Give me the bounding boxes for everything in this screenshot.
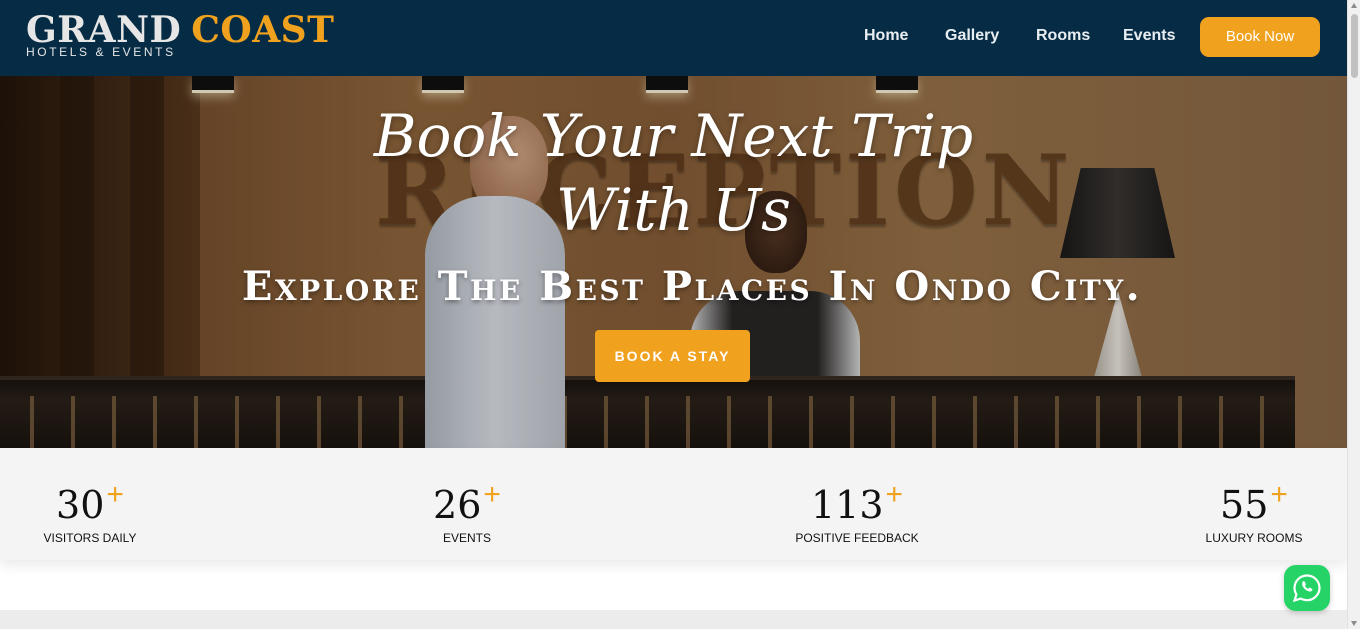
scroll-down-icon[interactable] bbox=[1351, 621, 1357, 626]
hero-subtitle: Explore The Best Places In Ondo City. bbox=[241, 263, 1143, 310]
stat-number: 26+ bbox=[407, 472, 527, 528]
nav-home[interactable]: Home bbox=[864, 26, 908, 46]
nav-gallery[interactable]: Gallery bbox=[945, 26, 999, 46]
nav-events[interactable]: Events bbox=[1123, 26, 1175, 46]
stat-value: 26 bbox=[433, 483, 482, 527]
next-section-edge bbox=[0, 610, 1347, 629]
hero-title-line-2: With Us bbox=[556, 176, 791, 244]
book-now-button[interactable]: Book Now bbox=[1200, 17, 1320, 57]
scrollbar[interactable] bbox=[1347, 0, 1360, 629]
hero-title-line-1: Book Your Next Trip bbox=[373, 102, 974, 170]
stat-visitors: 30+ VISITORS DAILY bbox=[30, 448, 150, 560]
scroll-up-icon[interactable] bbox=[1351, 3, 1357, 8]
scrollbar-thumb[interactable] bbox=[1351, 14, 1358, 78]
nav-rooms[interactable]: Rooms bbox=[1036, 26, 1090, 46]
stat-value: 113 bbox=[810, 483, 884, 527]
page: GRAND COAST HOTELS & EVENTS Home Gallery … bbox=[0, 0, 1347, 629]
plus-icon: + bbox=[1270, 478, 1288, 511]
main-nav: Home Gallery Rooms Events bbox=[0, 0, 1347, 76]
plus-icon: + bbox=[106, 478, 124, 511]
stats-bar: 30+ VISITORS DAILY 26+ EVENTS 113+ POSIT… bbox=[0, 448, 1347, 560]
whatsapp-button[interactable] bbox=[1284, 565, 1330, 611]
plus-icon: + bbox=[483, 478, 501, 511]
site-header: GRAND COAST HOTELS & EVENTS Home Gallery … bbox=[0, 0, 1347, 76]
whatsapp-icon bbox=[1292, 574, 1321, 603]
stat-value: 55 bbox=[1220, 483, 1269, 527]
stat-number: 55+ bbox=[1199, 472, 1309, 528]
stat-events: 26+ EVENTS bbox=[407, 448, 527, 560]
book-a-stay-button[interactable]: BOOK A STAY bbox=[595, 330, 750, 382]
stat-label: VISITORS DAILY bbox=[43, 531, 137, 545]
plus-icon: + bbox=[885, 478, 904, 511]
stat-rooms: 55+ LUXURY ROOMS bbox=[1199, 448, 1309, 560]
hero-section: RECEPTION Book Your Next Trip With Us Ex… bbox=[0, 76, 1347, 448]
stat-number: 113+ bbox=[792, 472, 922, 528]
stat-number: 30+ bbox=[30, 472, 150, 528]
stat-label: LUXURY ROOMS bbox=[1205, 531, 1303, 545]
stat-label: EVENTS bbox=[442, 531, 491, 545]
stat-label: POSITIVE FEEDBACK bbox=[795, 531, 919, 545]
stat-value: 30 bbox=[56, 483, 105, 527]
stat-feedback: 113+ POSITIVE FEEDBACK bbox=[792, 448, 922, 560]
